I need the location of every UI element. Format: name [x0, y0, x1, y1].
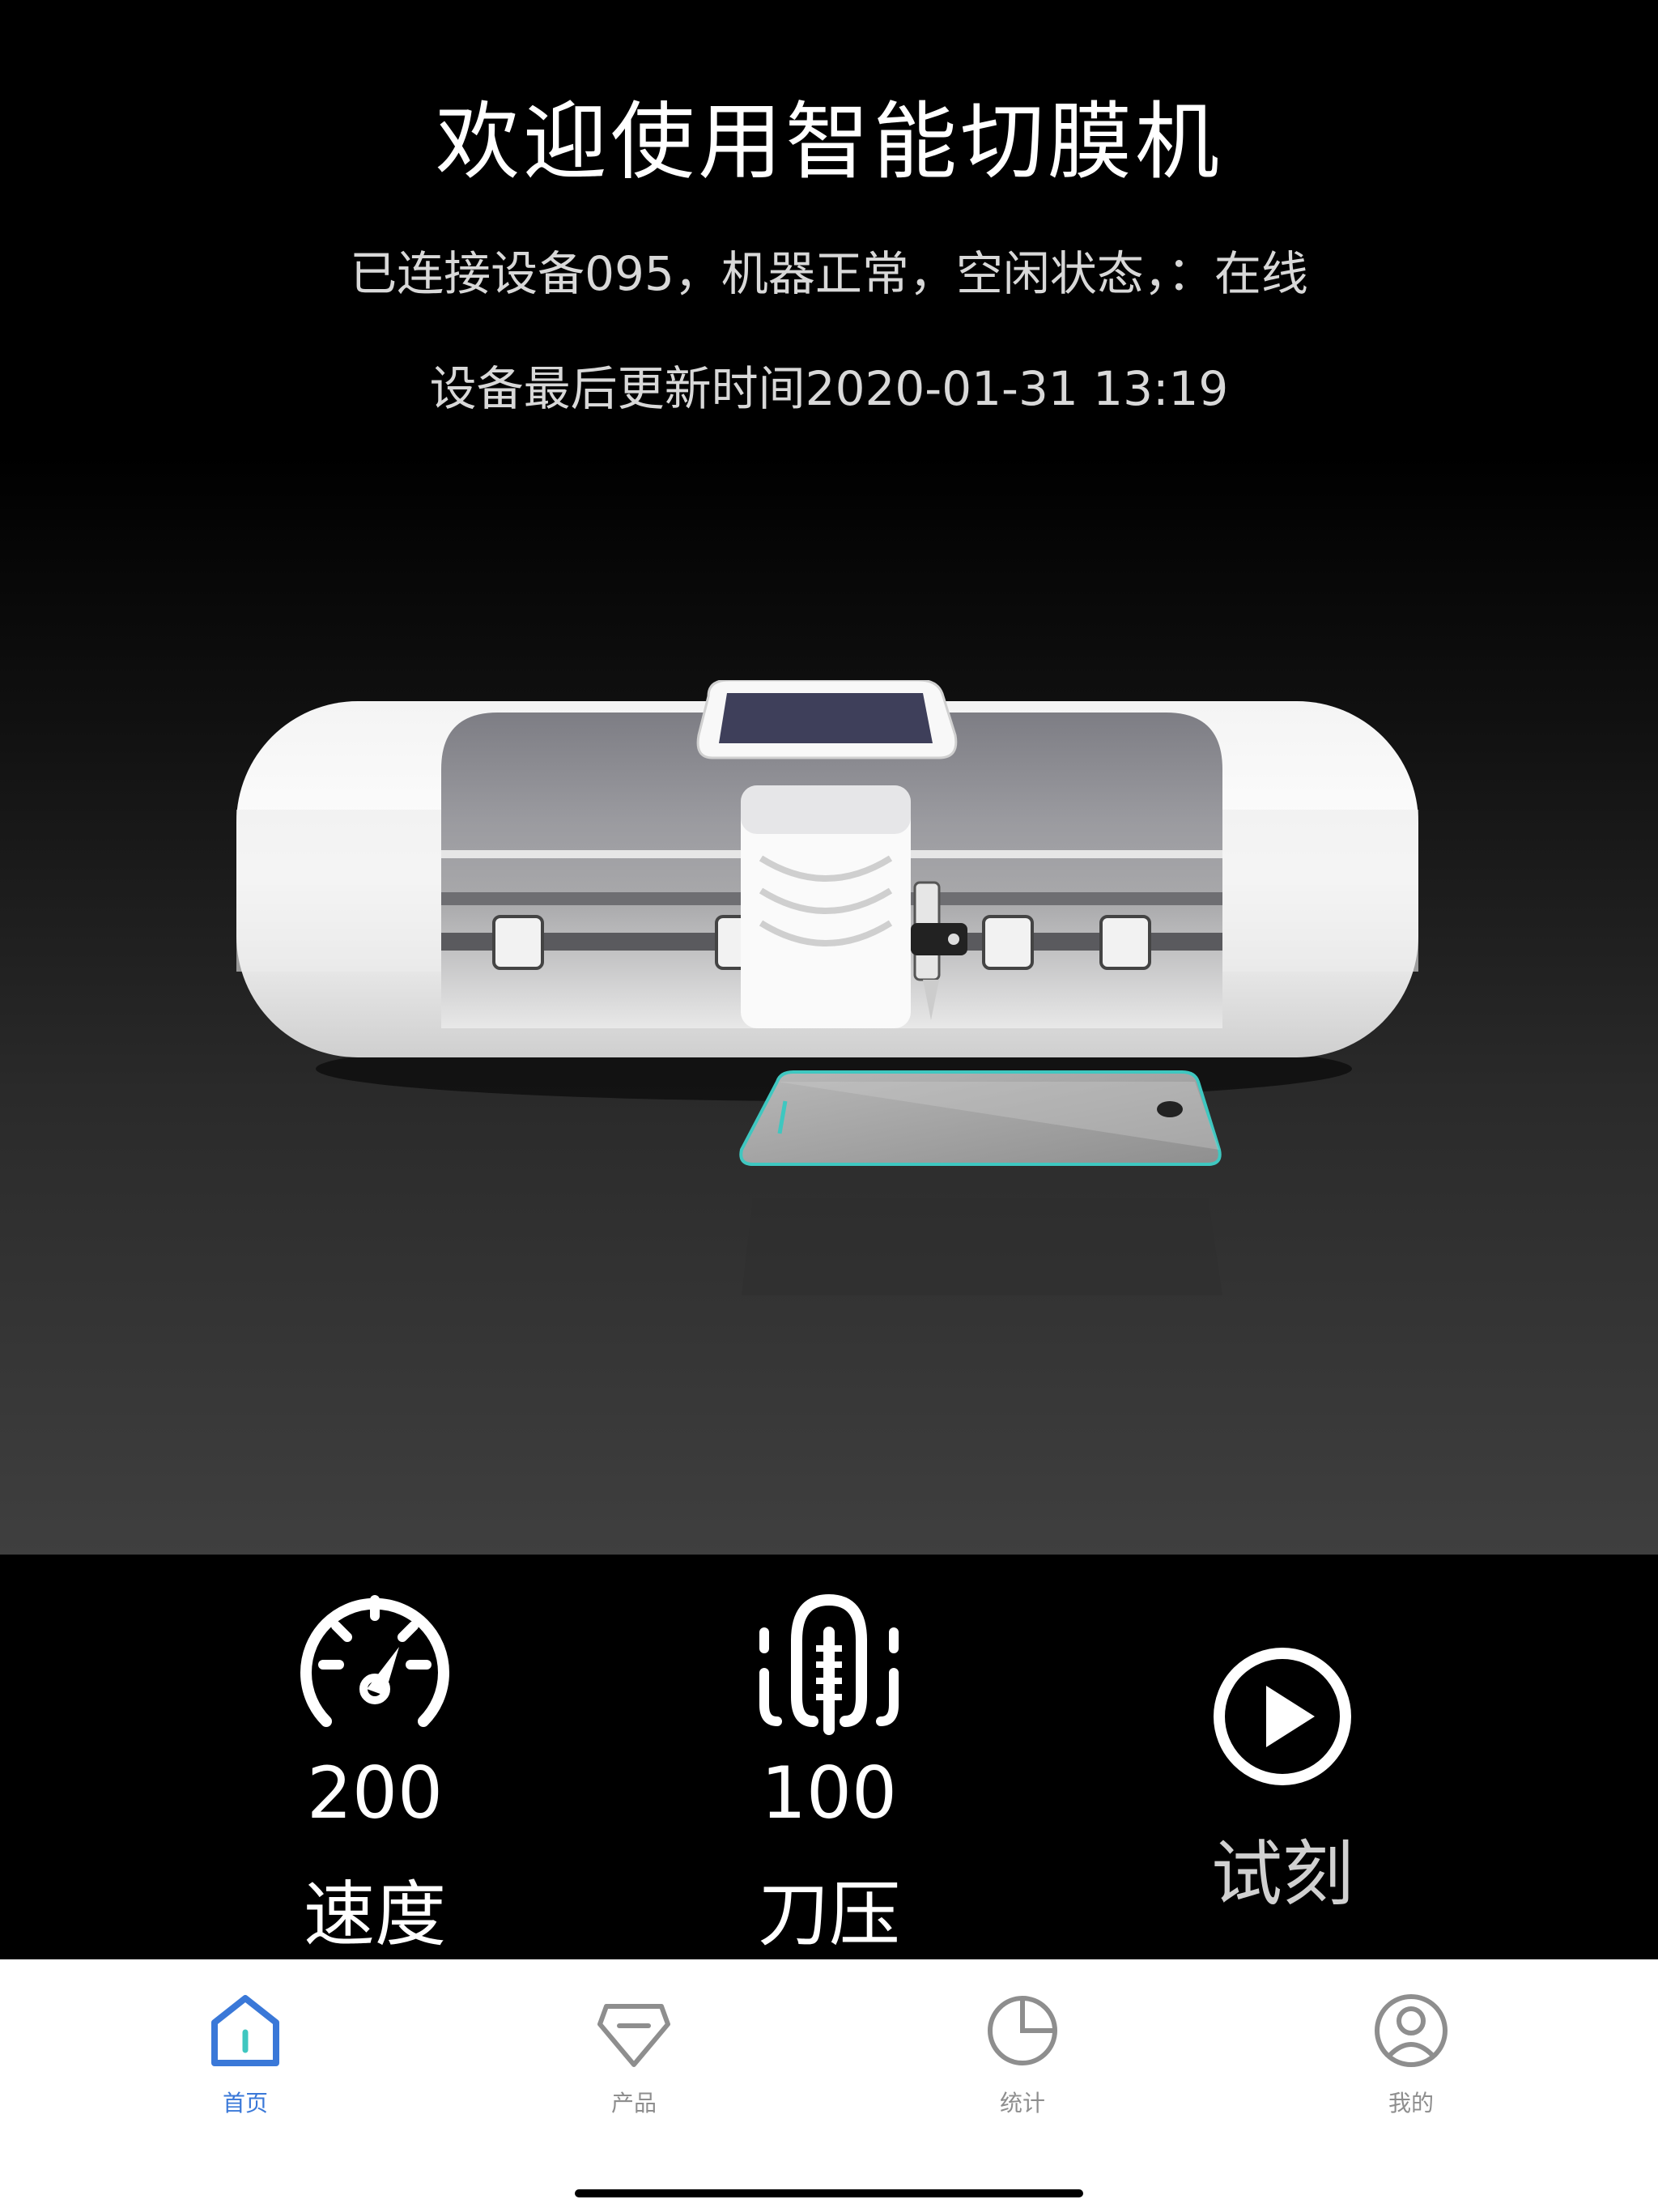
tab-products-label: 产品	[610, 2090, 657, 2116]
last-update-text: 设备最后更新时间2020-01-31 13:19	[429, 361, 1229, 416]
tab-products[interactable]: 产品	[488, 1959, 780, 2154]
home-indicator[interactable]	[575, 2189, 1083, 2197]
test-cut-label: 试刻	[1210, 1832, 1354, 1916]
speedometer-icon	[300, 1595, 449, 1727]
tab-statistics[interactable]: 统计	[877, 1959, 1168, 2154]
play-icon	[1214, 1648, 1351, 1785]
tab-statistics-label: 统计	[999, 2090, 1045, 2116]
blade-pressure-control[interactable]: 100 刀压	[667, 1555, 991, 1959]
user-icon	[1375, 1994, 1448, 2067]
speed-label: 速度	[303, 1873, 446, 1956]
pie-chart-icon	[988, 1996, 1057, 2065]
cutting-machine-illustration	[236, 680, 1418, 1295]
control-panel: 200 速度 100 刀压 试刻	[0, 1555, 1658, 1959]
app-screen: 欢迎使用智能切膜机 已连接设备095，机器正常，空闲状态，：在线 设备最后更新时…	[0, 0, 1658, 2212]
tab-profile-label: 我的	[1388, 2090, 1434, 2116]
diamond-icon	[597, 2004, 670, 2067]
tab-bar: 首页 产品 统计 我的	[0, 1959, 1658, 2212]
speed-control[interactable]: 200 速度	[213, 1555, 537, 1959]
speed-value: 200	[307, 1751, 443, 1835]
hero-section: 欢迎使用智能切膜机 已连接设备095，机器正常，空闲状态，：在线 设备最后更新时…	[0, 0, 1658, 1555]
test-cut-button[interactable]: 试刻	[1120, 1555, 1444, 1959]
tab-profile[interactable]: 我的	[1265, 1959, 1557, 2154]
pressure-value: 100	[761, 1751, 897, 1835]
home-icon	[211, 1995, 279, 2066]
blade-pressure-icon	[759, 1593, 899, 1735]
pressure-label: 刀压	[757, 1873, 900, 1956]
tab-home-label: 首页	[222, 2090, 268, 2116]
device-status-text: 已连接设备095，机器正常，空闲状态，：在线	[350, 246, 1308, 301]
tab-home[interactable]: 首页	[100, 1959, 391, 2154]
page-title: 欢迎使用智能切膜机	[435, 92, 1222, 191]
